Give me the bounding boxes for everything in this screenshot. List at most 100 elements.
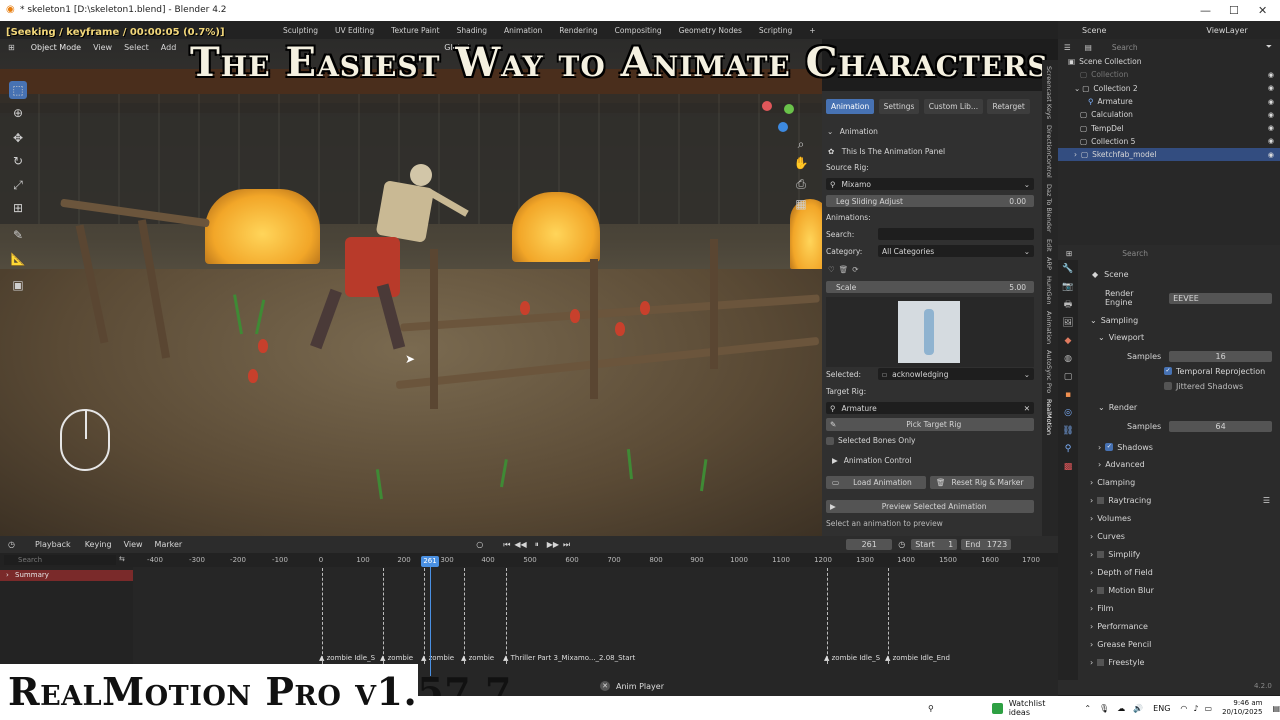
notifications-icon[interactable]: ▤ bbox=[1272, 704, 1280, 713]
eye-icon[interactable]: ◉ bbox=[1268, 71, 1274, 79]
trash-icon[interactable]: 🗑 bbox=[839, 265, 849, 274]
tab-sculpting[interactable]: Sculpting bbox=[283, 26, 318, 35]
checkbox[interactable] bbox=[1097, 496, 1105, 504]
language-indicator[interactable]: ENG bbox=[1153, 704, 1170, 713]
vtab-autosync[interactable]: AutoSync Pro bbox=[1045, 350, 1053, 393]
reset-rig-button[interactable]: 🗑 Reset Rig & Marker bbox=[930, 476, 1034, 489]
outliner-row[interactable]: ▢ Collection 5 ◉ bbox=[1058, 135, 1280, 148]
clock[interactable]: 9:46 am 20/10/2025 bbox=[1222, 699, 1262, 717]
motion-blur-panel[interactable]: › Motion Blur bbox=[1090, 583, 1270, 597]
select-menu[interactable]: Select bbox=[124, 43, 149, 52]
end-frame-field[interactable]: End 1723 bbox=[961, 539, 1012, 550]
properties-search-input[interactable]: Search bbox=[1122, 249, 1148, 258]
record-icon[interactable]: ○ bbox=[476, 540, 483, 549]
battery-icon[interactable]: ▭ bbox=[1205, 704, 1213, 713]
outliner-row[interactable]: ▣ Scene Collection bbox=[1058, 55, 1280, 68]
filter-icon[interactable]: ⏷ bbox=[1266, 42, 1272, 52]
checkbox[interactable] bbox=[1097, 658, 1105, 666]
constraints-tab-icon[interactable]: ⛓ bbox=[1058, 422, 1078, 440]
world-tab-icon[interactable]: ◍ bbox=[1058, 350, 1078, 368]
eye-icon[interactable]: ◉ bbox=[1268, 111, 1274, 119]
simplify-panel[interactable]: › Simplify bbox=[1090, 547, 1270, 561]
display-mode-icon[interactable]: ▤ bbox=[1085, 43, 1092, 52]
collection-tab-icon[interactable]: ▢ bbox=[1058, 368, 1078, 386]
clamping-panel[interactable]: › Clamping bbox=[1090, 475, 1270, 489]
outliner-row[interactable]: ⚲ Armature ◉ bbox=[1058, 95, 1280, 108]
performance-panel[interactable]: › Performance bbox=[1090, 619, 1270, 633]
refresh-icon[interactable]: ⟳ bbox=[852, 265, 858, 274]
tab-shading[interactable]: Shading bbox=[457, 26, 487, 35]
next-keyframe-icon[interactable]: ▶▶ bbox=[547, 540, 559, 549]
shadows-subpanel-header[interactable]: › ✓ Shadows bbox=[1098, 440, 1278, 454]
timeline-marker[interactable]: ▲ zombie bbox=[421, 654, 454, 662]
annotate-tool-icon[interactable]: ✎ bbox=[9, 226, 27, 244]
playhead-frame[interactable]: 261 bbox=[421, 556, 439, 567]
selected-animation-dropdown[interactable]: ▫ acknowledging ⌄ bbox=[878, 368, 1034, 380]
add-cube-tool-icon[interactable]: ▣ bbox=[9, 276, 27, 294]
close-button[interactable]: ✕ bbox=[1258, 4, 1267, 17]
render-samples-field[interactable]: 64 bbox=[1169, 420, 1272, 432]
gizmo-y-icon[interactable] bbox=[784, 104, 794, 114]
load-animation-button[interactable]: ▭ Load Animation bbox=[826, 476, 926, 489]
leg-sliding-field[interactable]: Leg Sliding Adjust 0.00 bbox=[826, 195, 1034, 207]
prev-keyframe-icon[interactable]: ◀◀ bbox=[514, 540, 526, 549]
scene-selector[interactable]: Scene bbox=[1082, 26, 1106, 35]
source-rig-dropdown[interactable]: ⚲ Mixamo ⌄ bbox=[826, 178, 1034, 190]
animation-search-input[interactable] bbox=[878, 228, 1034, 240]
clear-icon[interactable]: ✕ bbox=[1024, 404, 1030, 413]
advanced-subpanel-header[interactable]: › Advanced bbox=[1098, 457, 1278, 471]
temporal-reprojection-row[interactable]: ✓ Temporal Reprojection bbox=[1092, 364, 1272, 378]
editor-type-icon[interactable]: ⊞ bbox=[1066, 249, 1072, 258]
list-icon[interactable]: ☰ bbox=[1263, 496, 1270, 505]
camera-icon[interactable]: ⎙ bbox=[792, 175, 810, 193]
tab-custom-lib[interactable]: Custom Lib... bbox=[923, 99, 984, 114]
gizmo-x-icon[interactable] bbox=[762, 101, 772, 111]
speaker-icon[interactable]: ♪ bbox=[1193, 704, 1198, 713]
vtab-direction[interactable]: DirectionControl bbox=[1045, 125, 1053, 178]
3d-viewport[interactable]: ⬚ ⊕ ✥ ↻ ⤢ ⊞ ✎ 📐 ▣ ⌕ ✋ ⎙ ▦ ➤ bbox=[0, 39, 822, 536]
playhead-line[interactable] bbox=[430, 556, 431, 676]
outliner-search-input[interactable]: Search bbox=[1112, 43, 1138, 52]
view-layer-tab-icon[interactable]: 🖼 bbox=[1058, 314, 1078, 332]
scale-tool-icon[interactable]: ⤢ bbox=[9, 176, 27, 194]
viewlayer-selector[interactable]: ViewLayer bbox=[1206, 26, 1247, 35]
current-frame-field[interactable]: 261 bbox=[846, 539, 893, 550]
eye-icon[interactable]: ◉ bbox=[1268, 124, 1274, 132]
clock-icon[interactable]: ◷ bbox=[898, 540, 905, 549]
editor-type-icon[interactable]: ⊞ bbox=[8, 43, 15, 52]
close-icon[interactable]: ✕ bbox=[600, 681, 610, 691]
jittered-shadows-row[interactable]: Jittered Shadows bbox=[1092, 379, 1272, 393]
scale-field[interactable]: Scale 5.00 bbox=[826, 281, 1034, 293]
outliner-row-selected[interactable]: › ▢ Sketchfab_model ◉ bbox=[1058, 148, 1280, 162]
timeline-marker[interactable]: ▲ zombie bbox=[461, 654, 494, 662]
output-tab-icon[interactable]: 🖶 bbox=[1058, 296, 1078, 314]
curves-panel[interactable]: › Curves bbox=[1090, 529, 1270, 543]
tab-uv-editing[interactable]: UV Editing bbox=[335, 26, 374, 35]
eye-icon[interactable]: ◉ bbox=[1268, 151, 1274, 159]
tab-settings[interactable]: Settings bbox=[878, 99, 920, 114]
vtab-daz[interactable]: Daz To Blender bbox=[1045, 184, 1053, 233]
render-subpanel-header[interactable]: ⌄ Render bbox=[1098, 400, 1278, 414]
object-tab-icon[interactable]: ▪ bbox=[1058, 386, 1078, 404]
pick-target-rig-button[interactable]: ✎ Pick Target Rig bbox=[826, 418, 1034, 431]
vtab-screencast[interactable]: Screencast Keys bbox=[1045, 66, 1053, 119]
eye-icon[interactable]: ◉ bbox=[1268, 98, 1274, 106]
freestyle-panel[interactable]: › Freestyle bbox=[1090, 655, 1270, 669]
outliner-row[interactable]: ▢ Collection ◉ bbox=[1058, 68, 1280, 81]
render-tab-icon[interactable]: 📷 bbox=[1058, 278, 1078, 296]
timeline-search-input[interactable]: Search bbox=[4, 555, 116, 565]
timeline-marker[interactable]: ▲ zombie Idle_S bbox=[824, 654, 880, 662]
checkbox-checked[interactable]: ✓ bbox=[1164, 367, 1172, 375]
chevron-up-icon[interactable]: ⌃ bbox=[1084, 704, 1091, 713]
scene-tab-icon[interactable]: ◆ bbox=[1058, 332, 1078, 350]
vtab-animation[interactable]: Animation bbox=[1045, 311, 1053, 344]
animation-thumbnail[interactable] bbox=[898, 301, 960, 363]
microphone-icon[interactable]: 🎙 bbox=[1099, 704, 1109, 713]
zoom-icon[interactable]: ⌕ bbox=[792, 135, 810, 153]
mode-selector[interactable]: Object Mode bbox=[31, 43, 81, 52]
viewport-samples-field[interactable]: 16 bbox=[1169, 350, 1272, 362]
vtab-arp[interactable]: ARP bbox=[1045, 257, 1053, 270]
timeline-marker[interactable]: ▲ Thriller Part 3_Mixamo..._2.08_Start bbox=[503, 654, 635, 662]
playback-menu[interactable]: Playback bbox=[35, 540, 71, 549]
eye-icon[interactable]: ◉ bbox=[1268, 137, 1274, 145]
